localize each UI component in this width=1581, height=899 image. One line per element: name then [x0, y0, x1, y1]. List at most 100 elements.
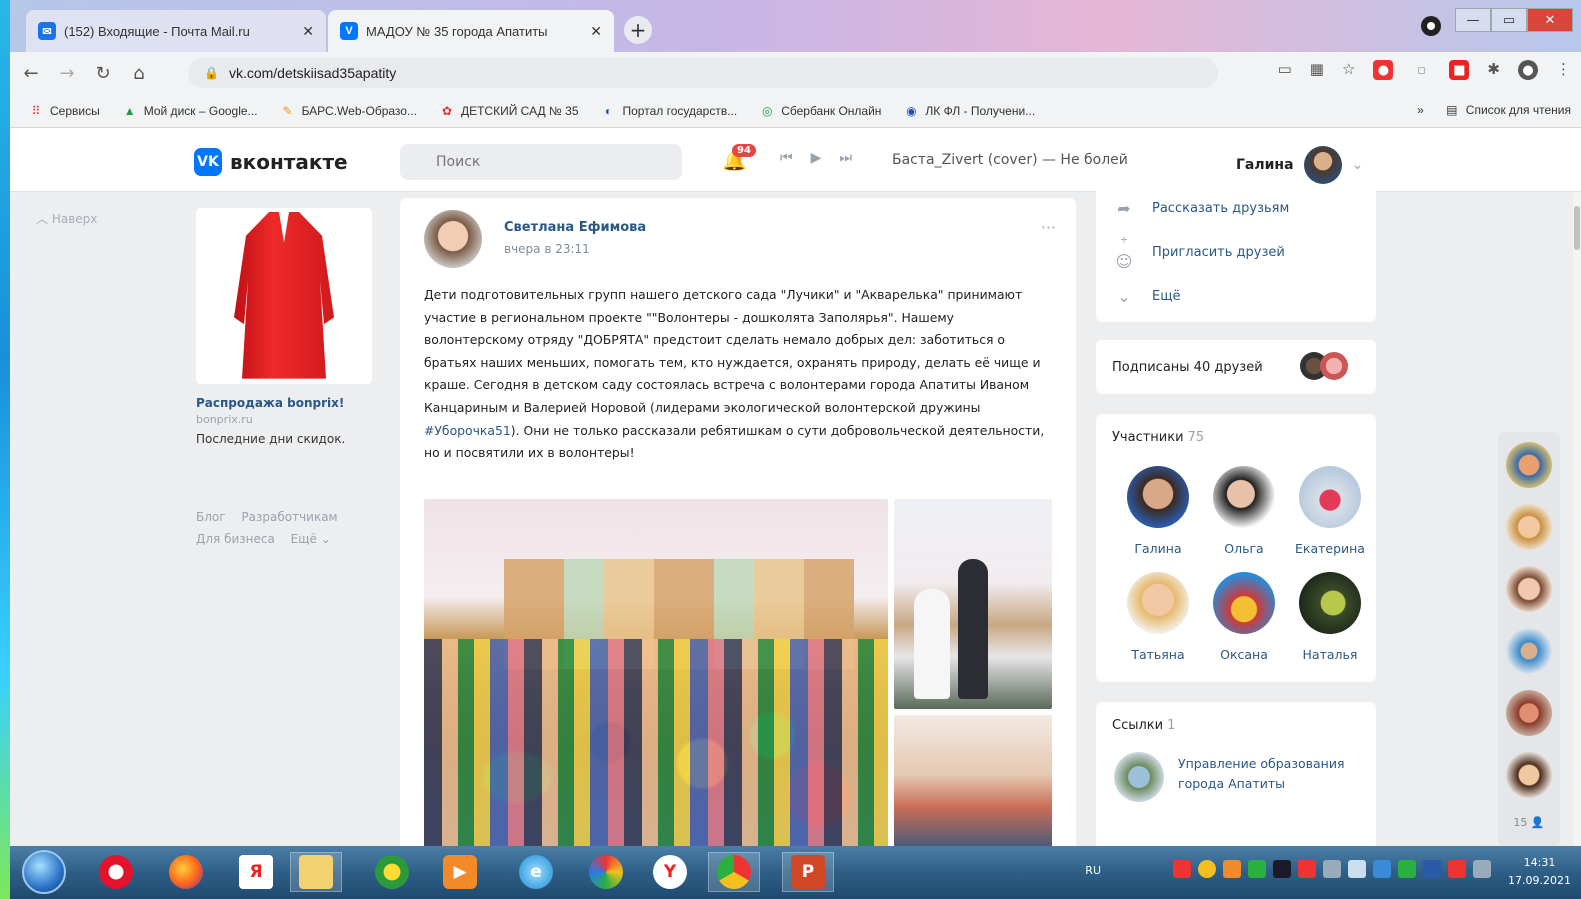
tab-vk[interactable]: V МАДОУ № 35 города Апатиты ✕ [328, 10, 614, 52]
tab-mail[interactable]: ✉ (152) Входящие - Почта Mail.ru ✕ [26, 10, 326, 52]
member-item[interactable]: Екатерина [1290, 466, 1370, 556]
tray-icon[interactable] [1273, 860, 1291, 878]
ad-block[interactable]: Распродажа bonprix! bonprix.ru Последние… [196, 208, 372, 446]
taskbar-opera[interactable] [90, 852, 142, 892]
tray-icon[interactable] [1173, 860, 1191, 878]
online-friends-count[interactable]: 15 👤 [1498, 816, 1560, 829]
new-tab-button[interactable]: + [624, 16, 652, 44]
bookmark-nalog[interactable]: ◉ ЛК ФЛ - Получени... [903, 103, 1035, 119]
post-menu-icon[interactable]: ··· [1041, 218, 1056, 237]
ad-image[interactable] [196, 208, 372, 384]
tray-icon[interactable] [1198, 860, 1216, 878]
tray-icon[interactable] [1248, 860, 1266, 878]
bookmark-bars[interactable]: ✎ БАРС.Web-Образо... [280, 103, 417, 119]
link-item[interactable]: Управление образования города Апатиты [1178, 754, 1348, 794]
taskbar-media[interactable]: ▶ [434, 852, 486, 892]
footer-link[interactable]: Разработчикам [241, 510, 337, 524]
close-tab-icon[interactable]: ✕ [590, 23, 602, 40]
friend-online-avatar[interactable] [1506, 504, 1552, 550]
reload-button[interactable]: ↻ [88, 58, 118, 88]
play-icon[interactable]: ▶ [811, 150, 822, 166]
extension-icon[interactable]: ■ [1449, 60, 1470, 80]
volume-icon[interactable] [1348, 860, 1366, 878]
close-window-button[interactable]: ✕ [1527, 8, 1573, 32]
address-bar[interactable]: 🔒 vk.com/detskiisad35apatity [188, 58, 1218, 88]
taskbar-app[interactable] [366, 852, 418, 892]
cast-icon[interactable]: ▭ [1278, 60, 1292, 80]
footer-link[interactable]: Ещё ⌄ [291, 532, 331, 546]
author-avatar[interactable] [424, 210, 482, 268]
taskbar-ie[interactable]: e [510, 852, 562, 892]
friend-online-avatar[interactable] [1506, 566, 1552, 612]
friend-online-avatar[interactable] [1506, 628, 1552, 674]
tray-icon[interactable] [1423, 860, 1441, 878]
hashtag-link[interactable]: #Уборочка51 [424, 423, 511, 438]
bookmark-services[interactable]: ⠿ Сервисы [28, 103, 100, 119]
bookmark-kindergarten[interactable]: ✿ ДЕТСКИЙ САД № 35 [439, 103, 579, 119]
user-menu[interactable]: Галина ⌄ [1236, 146, 1363, 184]
bookmark-gosuslugi[interactable]: ◐ Портал государств... [601, 103, 737, 119]
tray-icon[interactable] [1223, 860, 1241, 878]
forward-button[interactable]: → [52, 58, 82, 88]
post-time[interactable]: вчера в 23:11 [504, 242, 590, 256]
tray-icon[interactable] [1398, 860, 1416, 878]
member-item[interactable]: Галина [1118, 466, 1198, 556]
menu-dots-icon[interactable]: ⋮ [1556, 60, 1571, 80]
post-photo-main[interactable] [424, 499, 888, 846]
close-tab-icon[interactable]: ✕ [302, 23, 314, 40]
members-header[interactable]: Участники 75 [1112, 430, 1204, 445]
back-to-top-button[interactable]: ︿ Наверх [36, 210, 97, 227]
taskbar-yandex-browser[interactable]: Y [644, 852, 696, 892]
tray-icon[interactable] [1473, 860, 1491, 878]
taskbar-explorer[interactable] [290, 852, 342, 892]
language-indicator[interactable]: RU [1085, 864, 1101, 877]
maximize-button[interactable]: ▭ [1491, 8, 1527, 32]
extensions-puzzle-icon[interactable]: ✱ [1487, 60, 1500, 80]
tray-icon[interactable] [1373, 860, 1391, 878]
previous-track-icon[interactable]: ⏮ [780, 150, 793, 166]
friend-online-avatar[interactable] [1506, 442, 1552, 488]
taskbar-yandex[interactable]: Я [230, 852, 282, 892]
member-item[interactable]: Ольга [1204, 466, 1284, 556]
start-button[interactable] [22, 850, 66, 894]
subscribed-friends-card[interactable]: Подписаны 40 друзей [1096, 340, 1376, 394]
bookmark-star-icon[interactable]: ☆ [1342, 60, 1355, 80]
member-item[interactable]: Татьяна [1118, 572, 1198, 662]
back-button[interactable]: ← [16, 58, 46, 88]
post-photo-secondary[interactable] [894, 499, 1052, 709]
clock[interactable]: 14:31 17.09.2021 [1508, 854, 1571, 890]
taskbar-chrome[interactable] [708, 852, 760, 892]
extension-icon[interactable]: ● [1373, 60, 1394, 80]
account-avatar-icon[interactable]: ● [1518, 60, 1538, 80]
extension-icon[interactable]: ▫ [1411, 60, 1431, 80]
taskbar-firefox[interactable] [160, 852, 212, 892]
page-scrollbar[interactable] [1573, 192, 1581, 846]
search-input[interactable] [400, 144, 682, 180]
links-header[interactable]: Ссылки 1 [1112, 718, 1175, 733]
reading-list-button[interactable]: ▤ Список для чтения [1444, 102, 1571, 118]
footer-link[interactable]: Для бизнеса [196, 532, 275, 546]
friend-online-avatar[interactable] [1506, 752, 1552, 798]
next-track-icon[interactable]: ⏭ [839, 150, 852, 166]
friend-online-avatar[interactable] [1506, 690, 1552, 736]
tray-icon[interactable] [1448, 860, 1466, 878]
more-action[interactable]: ⌄ Ещё [1096, 274, 1376, 318]
taskbar-app2[interactable] [580, 852, 632, 892]
profile-icon[interactable] [1421, 16, 1441, 36]
bookmarks-more-button[interactable]: » [1417, 103, 1424, 117]
network-icon[interactable] [1323, 860, 1341, 878]
ad-title[interactable]: Распродажа bonprix! [196, 396, 372, 410]
post-author[interactable]: Светлана Ефимова [504, 220, 646, 235]
tray-icon[interactable] [1298, 860, 1316, 878]
home-button[interactable]: ⌂ [124, 58, 154, 88]
taskbar-powerpoint[interactable]: P [782, 852, 834, 892]
footer-link[interactable]: Блог [196, 510, 226, 524]
link-thumbnail[interactable] [1114, 752, 1164, 802]
minimize-button[interactable]: — [1455, 8, 1491, 32]
vk-logo[interactable]: VK вконтакте [194, 148, 348, 176]
member-item[interactable]: Наталья [1290, 572, 1370, 662]
member-item[interactable]: Оксана [1204, 572, 1284, 662]
post-photo-third[interactable] [894, 715, 1052, 846]
bookmark-sberbank[interactable]: ◎ Сбербанк Онлайн [759, 103, 881, 119]
share-action[interactable]: ➦ Рассказать друзьям [1096, 186, 1376, 230]
